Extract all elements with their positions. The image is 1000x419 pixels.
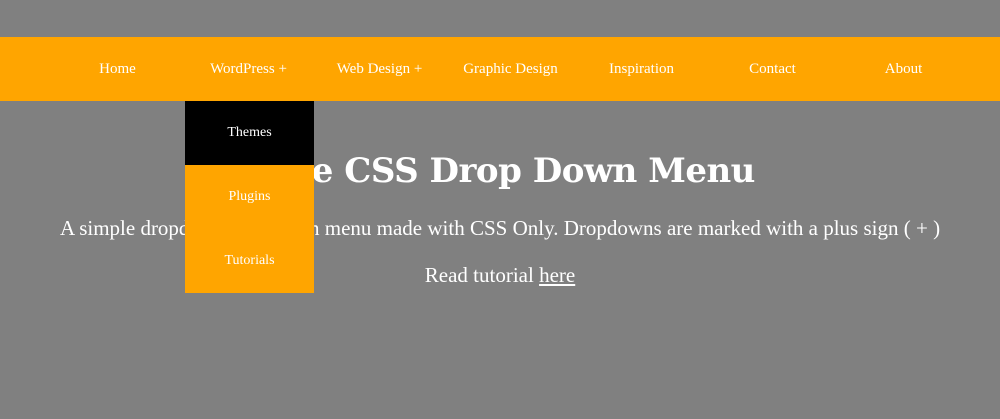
tutorial-line: Read tutorial here	[0, 262, 1000, 288]
tutorial-link[interactable]: here	[539, 263, 575, 287]
page-subtitle: A simple dropdown navigation menu made w…	[59, 216, 941, 240]
dropdown-item-themes[interactable]: Themes	[185, 101, 314, 165]
wordpress-dropdown-menu: Themes Plugins Tutorials	[185, 101, 314, 293]
tutorial-prefix: Read tutorial	[424, 263, 540, 287]
nav-item-inspiration[interactable]: Inspiration	[576, 37, 707, 101]
dropdown-item-tutorials[interactable]: Tutorials	[185, 229, 314, 293]
nav-item-home[interactable]: Home	[52, 37, 183, 101]
nav-menu: Home WordPress + Web Design + Graphic De…	[52, 37, 969, 101]
top-navigation-bar: Home WordPress + Web Design + Graphic De…	[0, 37, 1000, 101]
nav-item-web-design[interactable]: Web Design +	[314, 37, 445, 101]
nav-item-contact[interactable]: Contact	[707, 37, 838, 101]
page-title: Pure CSS Drop Down Menu	[245, 151, 755, 191]
nav-item-graphic-design[interactable]: Graphic Design	[445, 37, 576, 101]
nav-item-wordpress[interactable]: WordPress +	[183, 37, 314, 101]
nav-item-about[interactable]: About	[838, 37, 969, 101]
dropdown-item-plugins[interactable]: Plugins	[185, 165, 314, 229]
